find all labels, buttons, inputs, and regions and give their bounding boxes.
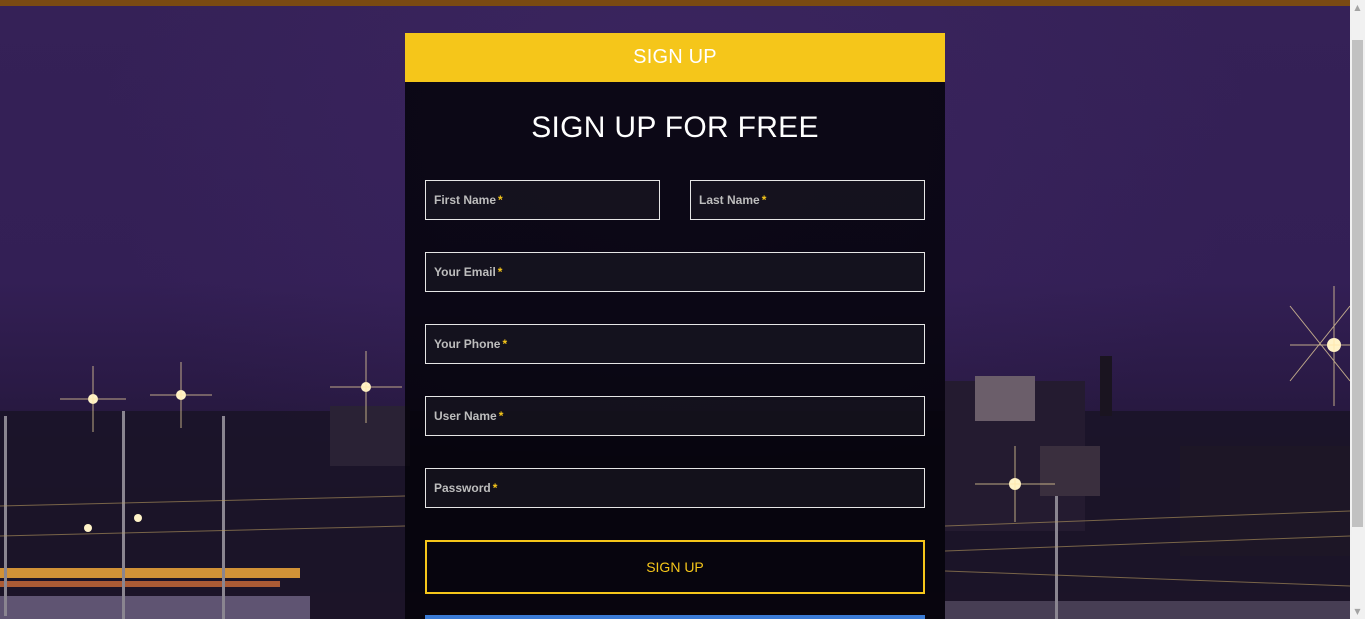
signup-title: SIGN UP FOR FREE	[531, 111, 819, 144]
partial-blue-button[interactable]	[425, 615, 925, 619]
required-asterisk: *	[502, 337, 508, 351]
signup-tab-header[interactable]: SIGN UP	[405, 33, 945, 82]
phone-field[interactable]: Your Phone *	[425, 324, 925, 364]
required-asterisk: *	[492, 481, 498, 495]
last-name-label: Last Name *	[699, 193, 767, 207]
first-name-label: First Name *	[434, 193, 503, 207]
password-label: Password *	[434, 481, 498, 495]
email-label: Your Email *	[434, 265, 503, 279]
password-field[interactable]: Password *	[425, 468, 925, 508]
username-field[interactable]: User Name *	[425, 396, 925, 436]
vertical-scrollbar[interactable]: ▲ ▼	[1350, 0, 1365, 619]
scroll-up-arrow-icon[interactable]: ▲	[1350, 0, 1365, 15]
last-name-field[interactable]: Last Name *	[690, 180, 925, 220]
required-asterisk: *	[497, 265, 503, 279]
phone-label: Your Phone *	[434, 337, 508, 351]
scroll-down-arrow-icon[interactable]: ▼	[1350, 604, 1365, 619]
required-asterisk: *	[498, 193, 503, 207]
scrollbar-thumb[interactable]	[1352, 40, 1363, 527]
signup-panel: SIGN UP SIGN UP FOR FREE First Name * Las…	[405, 33, 945, 619]
email-field[interactable]: Your Email *	[425, 252, 925, 292]
required-asterisk: *	[498, 409, 504, 423]
username-label: User Name *	[434, 409, 504, 423]
first-name-field[interactable]: First Name *	[425, 180, 660, 220]
signup-submit-button[interactable]: SIGN UP	[425, 540, 925, 594]
required-asterisk: *	[761, 193, 767, 207]
